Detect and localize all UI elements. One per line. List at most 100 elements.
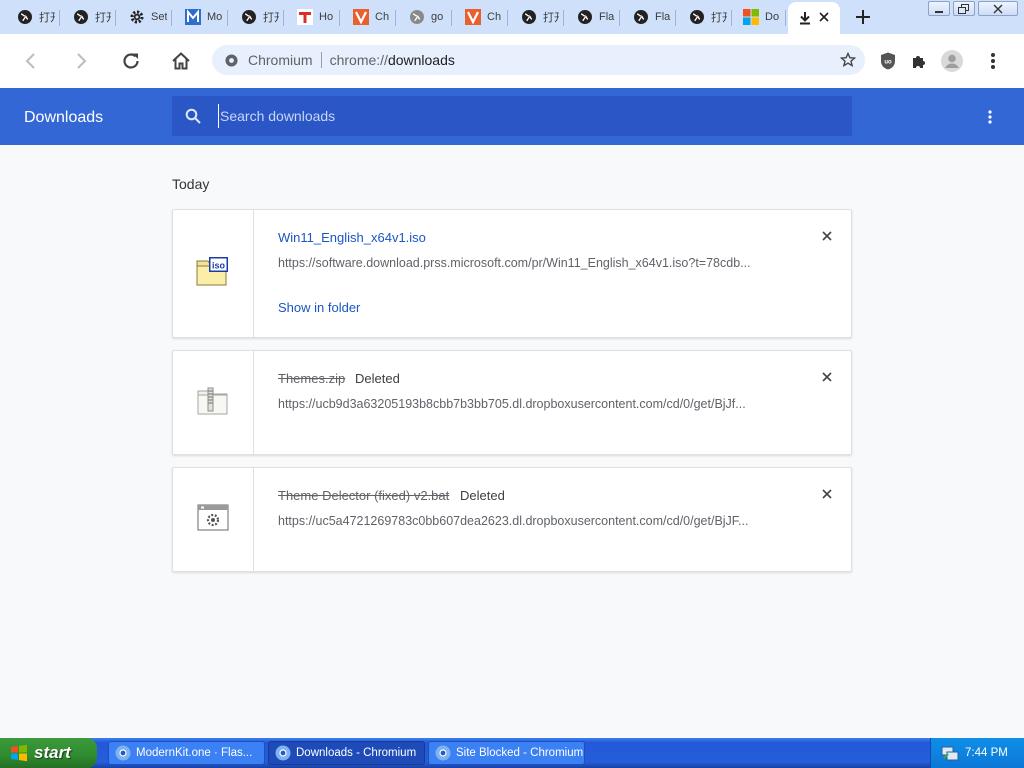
tab-label: Fla — [655, 11, 671, 23]
ublock-shield-icon[interactable]: uo — [876, 49, 900, 73]
browser-tab[interactable]: 打开 — [512, 2, 564, 32]
search-downloads-box[interactable] — [172, 96, 852, 136]
taskbar-window-button[interactable]: ModernKit.one · Flas... — [108, 741, 265, 765]
start-label: start — [34, 743, 71, 762]
browser-tab[interactable]: Ch — [456, 2, 508, 32]
url-scheme: chrome:// — [329, 52, 388, 68]
network-tray-icon[interactable] — [941, 744, 959, 762]
download-item: Themes.zip Deleted https://ucb9d3a632051… — [172, 350, 852, 455]
minimize-window-icon[interactable] — [928, 1, 950, 16]
back-arrow-icon[interactable] — [16, 46, 46, 76]
download-filename-deleted: Theme Delector (fixed) v2.bat — [278, 488, 450, 503]
downloads-header: Downloads — [0, 88, 1024, 145]
download-filename-link[interactable]: Win11_English_x64v1.iso — [278, 230, 426, 245]
reload-icon[interactable] — [116, 46, 146, 76]
globe-icon — [689, 9, 705, 25]
restore-window-icon[interactable] — [953, 1, 975, 16]
browser-tab[interactable]: 打开 — [232, 2, 284, 32]
download-filename-deleted: Themes.zip — [278, 371, 346, 386]
system-tray: 7:44 PM — [930, 738, 1024, 768]
taskbar-clock: 7:44 PM — [965, 747, 1008, 759]
omnibox-divider — [320, 52, 322, 68]
download-item: iso Win11_English_x64v1.iso https://soft… — [172, 209, 852, 338]
batch-file-icon — [196, 502, 230, 537]
chromium-logo-icon — [435, 745, 451, 761]
tab-label: Mo — [207, 11, 223, 23]
page-title: Downloads — [24, 109, 104, 126]
chromium-logo-icon — [115, 745, 131, 761]
bookmark-star-icon[interactable] — [839, 51, 857, 69]
tab-label: 打开 — [39, 12, 55, 24]
microsoft-logo-icon — [743, 9, 759, 25]
show-in-folder-link[interactable]: Show in folder — [278, 300, 360, 315]
tab-label: 打开 — [711, 12, 727, 24]
browser-tab[interactable]: 打开 — [64, 2, 116, 32]
download-status-deleted: Deleted — [355, 371, 400, 386]
home-icon[interactable] — [166, 46, 196, 76]
extensions-puzzle-icon[interactable] — [908, 49, 932, 73]
file-icon-column: iso — [173, 210, 254, 337]
tab-label: 打开 — [95, 12, 111, 24]
download-icon — [797, 10, 813, 26]
taskbar-window-button-active[interactable]: Downloads - Chromium — [268, 741, 425, 765]
remove-download-close-icon[interactable] — [817, 484, 837, 504]
globe-icon — [73, 9, 89, 25]
close-tab-icon[interactable] — [812, 6, 836, 28]
browser-tab[interactable]: Fla — [624, 2, 676, 32]
download-source-url[interactable]: https://software.download.prss.microsoft… — [278, 256, 778, 270]
search-input[interactable] — [218, 104, 852, 128]
chromium-logo-icon — [275, 745, 291, 761]
modernkit-m-icon — [185, 9, 201, 25]
tab-label: Set — [151, 11, 167, 23]
download-source-url[interactable]: https://ucb9d3a63205193b8cbb7b3bb705.dl.… — [278, 397, 778, 411]
address-bar[interactable]: Chromium chrome:// downloads — [212, 45, 865, 75]
download-source-url[interactable]: https://uc5a4721269783c0bb607dea2623.dl.… — [278, 514, 778, 528]
browser-menu-kebab-icon[interactable] — [981, 49, 1005, 73]
site-name: Chromium — [248, 52, 313, 68]
close-window-icon[interactable] — [978, 1, 1018, 16]
start-button[interactable]: start — [0, 738, 97, 768]
profile-avatar-icon[interactable] — [940, 49, 964, 73]
taskbar-window-label: Site Blocked - Chromium — [456, 747, 584, 759]
tab-label: go — [431, 11, 444, 23]
browser-tab[interactable]: Fla — [568, 2, 620, 32]
browser-tab[interactable]: Mo — [176, 2, 228, 32]
tab-label: Ho — [319, 11, 334, 23]
remove-download-close-icon[interactable] — [817, 367, 837, 387]
remove-download-close-icon[interactable] — [817, 226, 837, 246]
tab-label: 打开 — [263, 12, 279, 24]
browser-tab[interactable]: go — [400, 2, 452, 32]
browser-tab[interactable]: 打开 — [680, 2, 732, 32]
t-logo-icon — [297, 9, 313, 25]
new-tab-icon[interactable] — [851, 5, 875, 29]
windows-taskbar: start ModernKit.one · Flas... Downloads … — [0, 738, 1024, 768]
browser-tab[interactable]: Do — [734, 2, 786, 32]
file-icon-column — [173, 468, 254, 571]
gear-icon — [129, 9, 145, 25]
v-logo-icon — [353, 9, 369, 25]
browser-tab[interactable]: Set — [120, 2, 172, 32]
forward-arrow-icon[interactable] — [66, 46, 96, 76]
windows-flag-icon — [11, 744, 27, 762]
gray-globe-icon — [409, 9, 425, 25]
downloads-menu-kebab-icon[interactable] — [978, 105, 1002, 129]
iso-file-icon: iso — [196, 256, 230, 291]
tab-label: Do — [765, 11, 780, 23]
download-status-deleted: Deleted — [460, 488, 505, 503]
globe-icon — [633, 9, 649, 25]
browser-tab[interactable]: 打开 — [8, 2, 60, 32]
taskbar-window-label: Downloads - Chromium — [296, 747, 417, 759]
globe-icon — [17, 9, 33, 25]
tab-label: 打开 — [543, 12, 559, 24]
date-section-heading: Today — [172, 176, 210, 192]
globe-icon — [521, 9, 537, 25]
file-icon-column — [173, 351, 254, 454]
tab-strip: 打开 打开 Set Mo 打开 Ho Ch go Ch 打开 Fla — [0, 0, 1024, 34]
url-host: downloads — [387, 52, 455, 68]
browser-tab[interactable]: Ho — [288, 2, 340, 32]
taskbar-window-button[interactable]: Site Blocked - Chromium — [428, 741, 585, 765]
tab-label: Ch — [375, 11, 390, 23]
tab-label: Fla — [599, 11, 615, 23]
browser-tab[interactable]: Ch — [344, 2, 396, 32]
svg-text:uo: uo — [884, 60, 892, 66]
